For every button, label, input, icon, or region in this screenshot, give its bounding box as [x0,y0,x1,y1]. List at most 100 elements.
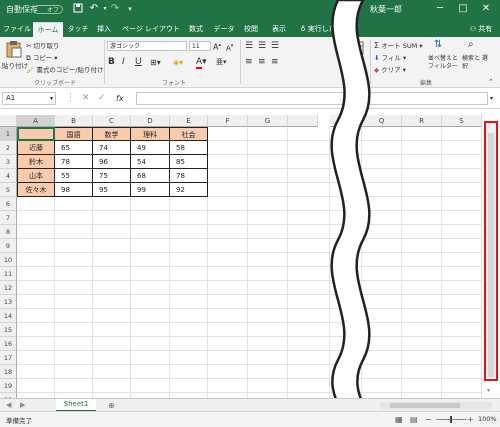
format-painter-button[interactable]: 🖌 書式のコピー/貼り付け [26,64,104,74]
next-sheet-icon[interactable]: ▶ [20,400,25,411]
zoom-level[interactable]: 100% [478,415,497,423]
score-cell[interactable]: 65 [55,141,93,155]
zoom-slider[interactable] [436,416,466,423]
tab-view[interactable]: 表示 [268,22,290,37]
row-label-cell[interactable]: 近藤 [17,141,55,155]
table-header-cell[interactable]: 数学 [93,127,131,141]
score-cell[interactable]: 68 [131,169,170,183]
score-cell[interactable]: 55 [55,169,93,183]
score-cell[interactable]: 74 [93,141,131,155]
h-scroll-thumb[interactable] [390,403,460,408]
scroll-thumb[interactable] [488,133,494,377]
normal-view-icon[interactable]: ▦ [395,414,403,425]
name-box[interactable]: A1 ▾ [2,92,56,105]
add-sheet-icon[interactable]: ⊕ [108,400,115,411]
prev-sheet-icon[interactable]: ◀ [6,400,11,411]
font-color-button[interactable]: A▾ [196,57,207,69]
underline-button[interactable]: U [135,57,142,68]
cell-a1[interactable] [17,127,55,141]
tab-insert[interactable]: 挿入 [93,22,115,37]
score-cell[interactable]: 75 [93,169,131,183]
table-header-cell[interactable]: 理科 [131,127,170,141]
find-select-button[interactable]: ⌕ 検索と 選択 [460,39,490,77]
score-cell[interactable]: 96 [93,155,131,169]
tab-formulas[interactable]: 数式 [185,22,207,37]
copy-button[interactable]: ⧉ コピー ▾ [26,52,58,63]
tab-page-layout[interactable]: ページ レイアウト [120,22,182,37]
decrease-font-icon[interactable]: A▾ [226,41,233,54]
scroll-down-icon[interactable]: ▾ [487,385,490,396]
align-middle-icon[interactable]: ☰ [258,41,266,52]
format-painter-label: 書式のコピー/貼り付け [36,66,104,74]
horizontal-scrollbar[interactable] [380,402,492,409]
copy-icon: ⧉ [26,54,31,62]
score-cell[interactable]: 54 [131,155,170,169]
minus-icon[interactable]: − [425,414,432,425]
share-button[interactable]: ⚇ 共有 [466,22,496,37]
score-cell[interactable]: 78 [55,155,93,169]
collapse-ribbon-icon[interactable]: ⌃ [488,77,494,88]
tab-data[interactable]: データ [212,22,236,37]
clear-button[interactable]: ◆ クリア ▾ [374,64,406,74]
row-label-cell[interactable]: 鈴木 [17,155,55,169]
close-icon[interactable]: ✕ [478,2,494,16]
clipboard-icon [6,41,22,58]
score-cell[interactable]: 95 [93,183,131,197]
tab-review[interactable]: 校閲 [240,22,262,37]
row-label-cell[interactable]: 山本 [17,169,55,183]
score-cell[interactable]: 92 [170,183,208,197]
insert-function-button[interactable]: fx [116,93,124,104]
redo-icon[interactable]: ↷ [109,3,121,15]
account-name[interactable]: 秋葉一郎 [370,4,402,15]
align-left-icon[interactable]: ≡ [245,57,253,68]
fill-color-icon[interactable]: ◈▾ [173,57,183,68]
tab-home[interactable]: ホーム [33,22,63,38]
group-divider [104,40,105,84]
tab-file[interactable]: ファイル [3,22,31,37]
tab-tell-me[interactable]: ♁ 実行した [296,22,340,37]
bold-button[interactable]: B [108,57,115,68]
increase-font-icon[interactable]: A▴ [213,40,221,53]
font-name-dropdown[interactable]: 游ゴシック [107,41,187,51]
score-cell[interactable]: 78 [170,169,208,183]
maximize-icon[interactable]: □ [455,2,471,16]
plus-icon[interactable]: + [467,414,474,425]
customize-qat-icon[interactable]: ▾ [124,3,136,15]
minimize-icon[interactable]: ─ [432,2,448,16]
italic-button[interactable]: I [122,57,125,68]
person-icon: ⚇ [469,25,477,33]
score-cell[interactable]: 49 [131,141,170,155]
expand-formula-bar-icon[interactable]: ▾ [490,93,493,104]
autosum-label: オート SUM [381,42,418,50]
worksheet-grid[interactable]: A B C D E F G P Q R S 1 2 3 4 5 6 7 8 9 10 11 12 13 1… [0,115,500,407]
tab-touch[interactable]: タッチ [66,22,90,37]
vertical-scrollbar[interactable] [484,121,498,381]
save-icon[interactable] [72,3,84,15]
table-header-cell[interactable]: 社会 [170,127,208,141]
zoom-slider-thumb[interactable] [450,416,452,423]
phonetic-icon[interactable]: 亜▾ [216,57,227,68]
font-size-dropdown[interactable]: 11 [189,41,211,51]
align-top-icon[interactable]: ☰ [245,41,253,52]
autosave-toggle[interactable]: オフ [33,5,63,14]
cut-button[interactable]: ✂ 切り取り [26,40,60,50]
score-cell[interactable]: 85 [170,155,208,169]
align-bottom-icon[interactable]: ☰ [271,41,279,52]
row-label-cell[interactable]: 佐々木 [17,183,55,197]
sort-filter-button[interactable]: ⇅ 並べ替えと フィルター [426,39,458,77]
enter-icon[interactable]: ✓ [98,93,106,104]
score-cell[interactable]: 99 [131,183,170,197]
table-header-cell[interactable]: 国語 [55,127,93,141]
border-icon[interactable]: ⊞▾ [150,57,161,68]
cancel-icon[interactable]: ✕ [82,93,90,104]
formula-input[interactable] [136,92,488,105]
page-layout-view-icon[interactable]: ▤ [410,414,418,425]
paste-button[interactable]: 貼り付け [2,39,28,75]
align-center-icon[interactable]: ≡ [258,57,266,68]
score-cell[interactable]: 58 [170,141,208,155]
cell-styles-button[interactable]: 書式 [345,39,367,75]
fill-button[interactable]: ⬇ フィル ▾ [374,52,406,62]
autosum-button[interactable]: Σ オート SUM ▾ [374,40,423,50]
align-right-icon[interactable]: ≡ [271,57,279,68]
score-cell[interactable]: 98 [55,183,93,197]
